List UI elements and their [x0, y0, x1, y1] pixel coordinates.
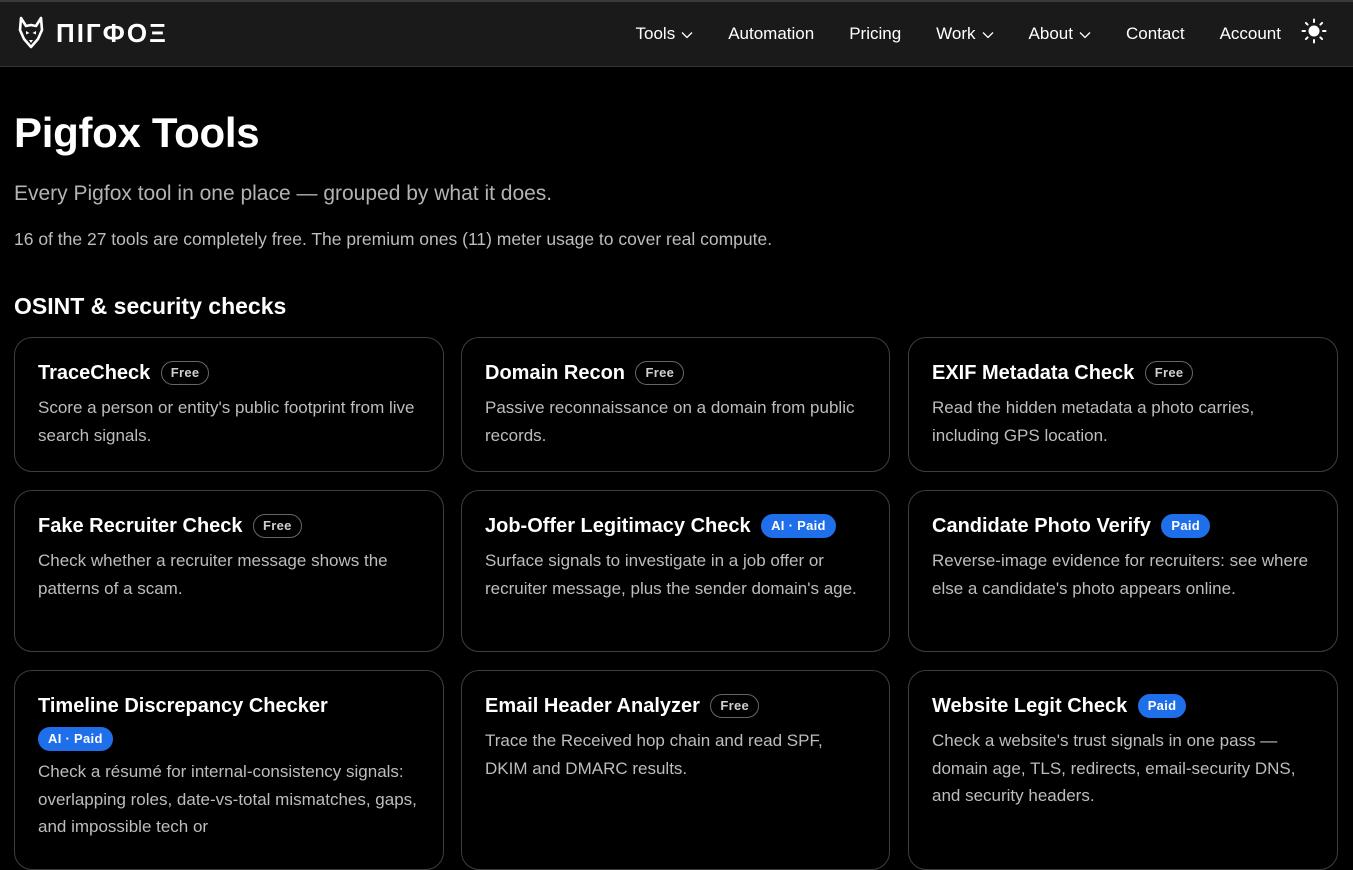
tool-card-email-header-analyzer[interactable]: Email Header Analyzer Free Trace the Rec… — [461, 670, 890, 870]
free-badge: Free — [710, 694, 760, 718]
nav-label: Automation — [728, 23, 815, 43]
theme-toggle-button[interactable] — [1301, 18, 1327, 49]
brand-wordmark: ПІГФОΞ — [56, 17, 168, 48]
tool-card-title: Fake Recruiter Check — [38, 515, 243, 537]
nav-about[interactable]: About — [1029, 24, 1091, 44]
nav-label: Tools — [635, 23, 676, 43]
free-badge: Free — [253, 514, 302, 538]
nav-work[interactable]: Work — [936, 24, 993, 44]
tool-card-description: Read the hidden metadata a photo carries… — [932, 398, 1255, 445]
tool-card-tracecheck[interactable]: TraceCheck Free Score a person or entity… — [14, 337, 444, 472]
nav-contact[interactable]: Contact — [1126, 24, 1185, 44]
tool-card-title: TraceCheck — [38, 362, 151, 384]
free-badge: Free — [1144, 361, 1194, 385]
tool-card-description: Check whether a recruiter message shows … — [38, 551, 388, 598]
paid-badge: Paid — [1161, 514, 1211, 538]
tool-card-title: EXIF Metadata Check — [932, 362, 1135, 384]
nav-account[interactable]: Account — [1220, 24, 1281, 44]
tool-card-exif-metadata-check[interactable]: EXIF Metadata Check Free Read the hidden… — [908, 337, 1338, 472]
section-heading: OSINT & security checks — [14, 293, 287, 319]
nav-label: Account — [1219, 23, 1281, 43]
tool-card-description: Score a person or entity's public footpr… — [38, 398, 415, 445]
tool-card-description: Surface signals to investigate in a job … — [485, 551, 857, 598]
tool-card-description: Check a website's trust signals in one p… — [932, 731, 1296, 806]
main-nav: Tools Automation Pricing Work About Cont… — [636, 0, 1353, 67]
chevron-down-icon — [681, 24, 693, 44]
page-subtitle: Every Pigfox tool in one place — grouped… — [14, 182, 553, 205]
free-badge: Free — [635, 361, 685, 385]
nav-automation[interactable]: Automation — [728, 24, 814, 44]
tool-card-title: Website Legit Check — [932, 695, 1128, 717]
tool-card-domain-recon[interactable]: Domain Recon Free Passive reconnaissance… — [461, 337, 890, 472]
tool-card-title: Timeline Discrepancy Checker — [38, 695, 328, 717]
tool-card-timeline-discrepancy-checker[interactable]: Timeline Discrepancy Checker AI · Paid C… — [14, 670, 444, 870]
tool-card-title: Candidate Photo Verify — [932, 515, 1151, 537]
nav-label: Work — [936, 23, 976, 43]
tool-card-candidate-photo-verify[interactable]: Candidate Photo Verify Paid Reverse-imag… — [908, 490, 1338, 652]
top-navigation-bar: ПІГФОΞ Tools Automation Pricing Work Abo… — [0, 0, 1353, 67]
tool-card-title: Domain Recon — [485, 362, 626, 384]
nav-label: Pricing — [849, 23, 902, 43]
tool-card-job-offer-legitimacy-check[interactable]: Job-Offer Legitimacy Check AI · Paid Sur… — [461, 490, 890, 652]
chevron-down-icon — [1079, 24, 1091, 44]
tool-card-description: Passive reconnaissance on a domain from … — [485, 398, 855, 445]
sun-icon — [1301, 18, 1327, 49]
nav-label: Contact — [1125, 23, 1185, 43]
nav-pricing[interactable]: Pricing — [849, 24, 901, 44]
chevron-down-icon — [982, 24, 994, 44]
free-tools-note: 16 of the 27 tools are completely free. … — [14, 229, 773, 249]
page-title: Pigfox Tools — [14, 109, 260, 156]
tool-card-description: Reverse-image evidence for recruiters: s… — [932, 551, 1309, 598]
tool-card-title: Job-Offer Legitimacy Check — [485, 515, 751, 537]
tool-card-title: Email Header Analyzer — [485, 695, 700, 717]
nav-label: About — [1028, 23, 1073, 43]
nav-tools[interactable]: Tools — [636, 24, 694, 44]
tool-card-description: Check a résumé for internal-consistency … — [38, 762, 417, 837]
ai-paid-badge: AI · Paid — [38, 727, 113, 752]
fox-logo-icon — [18, 16, 44, 50]
free-badge: Free — [160, 361, 210, 385]
paid-badge: Paid — [1137, 694, 1187, 718]
tool-card-description: Trace the Received hop chain and read SP… — [485, 731, 823, 778]
tool-card-website-legit-check[interactable]: Website Legit Check Paid Check a website… — [908, 670, 1338, 870]
ai-paid-badge: AI · Paid — [761, 514, 836, 538]
brand-logo[interactable]: ПІГФОΞ — [18, 16, 168, 50]
tool-card-fake-recruiter-check[interactable]: Fake Recruiter Check Free Check whether … — [14, 490, 444, 652]
